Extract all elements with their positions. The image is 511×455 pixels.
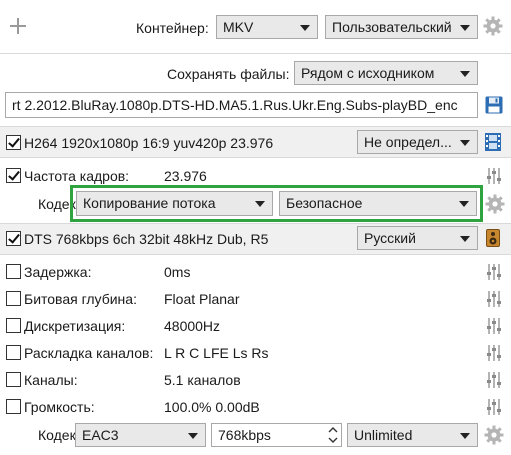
audio-codec-value: EAC3 bbox=[82, 427, 119, 443]
sample-rate-value: 48000Hz bbox=[164, 318, 221, 334]
sliders-icon[interactable] bbox=[486, 167, 502, 185]
chevron-down-icon bbox=[255, 201, 265, 207]
video-codec-value: Копирование потока bbox=[83, 195, 216, 211]
chevron-down-icon bbox=[300, 25, 310, 31]
sample-rate-label: Дискретизация: bbox=[24, 318, 126, 334]
output-filename-field[interactable]: rt 2.2012.BluRay.1080p.DTS-HD.MA5.1.Rus.… bbox=[5, 92, 478, 118]
video-mode-value: Безопасное bbox=[286, 195, 363, 211]
chevron-down-icon bbox=[460, 25, 470, 31]
sliders-icon[interactable] bbox=[486, 398, 502, 416]
framerate-value: 23.976 bbox=[164, 168, 207, 184]
container-label: Контейнер: bbox=[136, 20, 209, 36]
video-mode-select[interactable]: Безопасное bbox=[279, 191, 477, 216]
audio-language-value: Русский bbox=[364, 230, 416, 246]
sliders-icon[interactable] bbox=[486, 317, 502, 335]
channels-checkbox[interactable] bbox=[6, 372, 21, 387]
volume-value: 100.0% 0.00dB bbox=[164, 399, 260, 415]
delay-label: Задержка: bbox=[24, 264, 92, 280]
delay-value: 0ms bbox=[164, 264, 191, 280]
chevron-down-icon bbox=[460, 140, 470, 146]
container-select[interactable]: MKV bbox=[216, 15, 318, 39]
video-codec-select[interactable]: Копирование потока bbox=[76, 191, 273, 216]
audio-language-select[interactable]: Русский bbox=[357, 226, 478, 250]
preset-select-value: Пользовательский bbox=[332, 19, 452, 35]
chevron-down-icon bbox=[459, 201, 469, 207]
chevron-down-icon bbox=[460, 236, 470, 242]
chevron-down-icon bbox=[460, 71, 470, 77]
video-stream-title: H264 1920x1080p 16:9 yuv420p 23.976 bbox=[24, 135, 274, 151]
chevron-down-icon bbox=[460, 433, 470, 439]
gear-icon[interactable] bbox=[485, 194, 505, 214]
bit-depth-checkbox[interactable] bbox=[6, 291, 21, 306]
film-strip-icon[interactable] bbox=[485, 133, 501, 151]
sliders-icon[interactable] bbox=[486, 263, 502, 281]
sliders-icon[interactable] bbox=[486, 371, 502, 389]
output-filename-value: rt 2.2012.BluRay.1080p.DTS-HD.MA5.1.Rus.… bbox=[12, 97, 458, 113]
add-stream-button[interactable] bbox=[6, 14, 30, 38]
framerate-label: Частота кадров: bbox=[24, 168, 130, 184]
floppy-disk-icon[interactable] bbox=[485, 96, 503, 114]
preset-select[interactable]: Пользовательский bbox=[325, 15, 478, 39]
speaker-icon[interactable] bbox=[486, 229, 500, 247]
spinner-arrows-icon bbox=[328, 427, 338, 443]
sample-rate-checkbox[interactable] bbox=[6, 318, 21, 333]
volume-checkbox[interactable] bbox=[6, 399, 21, 414]
volume-label: Громкость: bbox=[24, 399, 95, 415]
gear-icon[interactable] bbox=[484, 425, 504, 445]
video-language-value: Не определ... bbox=[364, 134, 452, 150]
channels-label: Каналы: bbox=[24, 372, 78, 388]
save-location-select[interactable]: Рядом с исходником bbox=[294, 61, 478, 85]
bitrate-spinner[interactable] bbox=[327, 425, 339, 445]
channel-layout-checkbox[interactable] bbox=[6, 345, 21, 360]
channel-layout-label: Раскладка каналов: bbox=[24, 345, 154, 361]
save-location-value: Рядом с исходником bbox=[301, 65, 435, 81]
framerate-checkbox[interactable] bbox=[6, 168, 21, 183]
audio-bitrate-value: 768kbps bbox=[218, 427, 271, 443]
channel-layout-value: L R C LFE Ls Rs bbox=[164, 345, 269, 361]
audio-stream-title: DTS 768kbps 6ch 32bit 48kHz Dub, R5 bbox=[24, 231, 269, 247]
sliders-icon[interactable] bbox=[486, 290, 502, 308]
audio-codec-select[interactable]: EAC3 bbox=[75, 423, 206, 447]
channels-value: 5.1 каналов bbox=[164, 372, 241, 388]
video-language-select[interactable]: Не определ... bbox=[357, 130, 478, 154]
audio-codec-label: Кодек: bbox=[38, 427, 80, 443]
audio-bitrate-field[interactable]: 768kbps bbox=[211, 423, 342, 447]
audio-quality-value: Unlimited bbox=[354, 427, 413, 443]
bit-depth-value: Float Planar bbox=[164, 291, 240, 307]
audio-quality-select[interactable]: Unlimited bbox=[347, 423, 478, 447]
plus-icon bbox=[10, 18, 26, 34]
audio-stream-checkbox[interactable] bbox=[6, 231, 21, 246]
gear-icon[interactable] bbox=[483, 16, 503, 36]
video-stream-checkbox[interactable] bbox=[6, 135, 21, 150]
bit-depth-label: Битовая глубина: bbox=[24, 291, 137, 307]
chevron-down-icon bbox=[188, 433, 198, 439]
delay-checkbox[interactable] bbox=[6, 264, 21, 279]
save-files-label: Сохранять файлы: bbox=[167, 66, 290, 82]
sliders-icon[interactable] bbox=[486, 344, 502, 362]
container-select-value: MKV bbox=[223, 19, 254, 35]
